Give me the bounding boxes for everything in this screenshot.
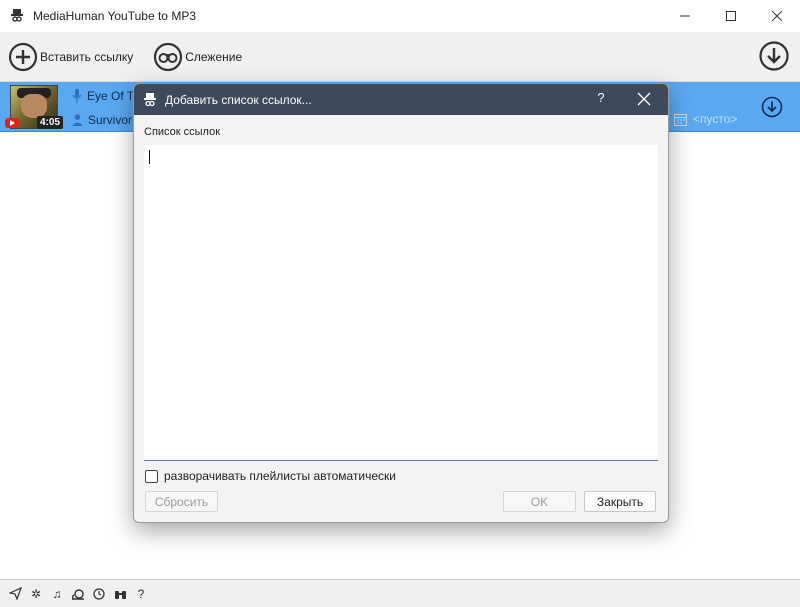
track-duration: 4:05 — [37, 116, 64, 129]
watch-label: Слежение — [185, 49, 243, 64]
gear-icon[interactable]: ✲ — [27, 585, 45, 603]
track-album-field[interactable]: <пусто> — [674, 112, 737, 126]
close-dialog-button[interactable]: Закрыть — [584, 491, 656, 512]
watch-button[interactable]: Слежение — [145, 37, 242, 77]
minimize-icon — [680, 15, 690, 17]
dialog-titlebar: Добавить список ссылок... — [134, 84, 668, 115]
text-caret — [149, 150, 150, 164]
checkbox-box[interactable] — [145, 469, 158, 483]
snail-icon[interactable] — [69, 585, 87, 603]
links-textarea[interactable] — [144, 145, 658, 461]
send-icon[interactable] — [6, 585, 24, 603]
microphone-icon — [72, 89, 82, 103]
person-icon — [72, 114, 83, 126]
reset-button[interactable]: Сбросить — [145, 491, 218, 512]
binoculars-icon — [154, 42, 183, 71]
track-artist: Survivor — [88, 113, 133, 127]
dialog-app-icon — [144, 92, 156, 106]
track-title-field[interactable]: Eye Of Tl — [72, 89, 137, 103]
music-note-icon[interactable]: ♫ — [48, 585, 66, 603]
window-title: MediaHuman YouTube to MP3 — [33, 9, 196, 23]
plus-circle-icon — [8, 42, 38, 71]
maximize-button[interactable] — [708, 0, 754, 32]
calendar-icon — [674, 113, 687, 126]
ok-button[interactable]: OK — [503, 491, 576, 512]
maximize-icon — [726, 11, 736, 21]
binoculars-small-icon[interactable] — [111, 585, 129, 603]
close-button[interactable] — [754, 0, 800, 32]
window-titlebar: MediaHuman YouTube to MP3 — [0, 0, 800, 32]
track-album-placeholder: <пусто> — [693, 112, 738, 126]
paste-link-button[interactable]: Вставить ссылку — [0, 37, 133, 77]
add-links-dialog: Добавить список ссылок... ? Список ссыло… — [133, 83, 669, 523]
help-icon[interactable]: ? — [132, 585, 150, 603]
dialog-help-button[interactable]: ? — [593, 90, 609, 105]
expand-playlists-checkbox[interactable]: разворачивать плейлисты автоматически — [145, 469, 396, 483]
track-download-icon[interactable] — [761, 96, 783, 118]
thumbnail-face — [21, 94, 47, 118]
app-icon — [11, 9, 23, 22]
toolbar: Вставить ссылку Слежение — [0, 32, 800, 82]
expand-playlists-label: разворачивать плейлисты автоматически — [164, 469, 396, 483]
status-bar: ✲ ♫ ? — [0, 580, 800, 607]
track-title: Eye Of Tl — [87, 89, 137, 103]
window-controls — [662, 0, 800, 32]
track-artist-field[interactable]: Survivor — [72, 113, 132, 127]
dialog-close-icon[interactable] — [637, 92, 651, 106]
dialog-title: Добавить список ссылок... — [165, 92, 312, 107]
youtube-icon — [5, 118, 19, 128]
download-all-icon[interactable] — [758, 40, 790, 72]
close-icon — [772, 11, 782, 21]
clock-icon[interactable] — [90, 585, 108, 603]
links-list-label: Список ссылок — [144, 126, 221, 138]
minimize-button[interactable] — [662, 0, 708, 32]
paste-link-label: Вставить ссылку — [40, 49, 134, 64]
